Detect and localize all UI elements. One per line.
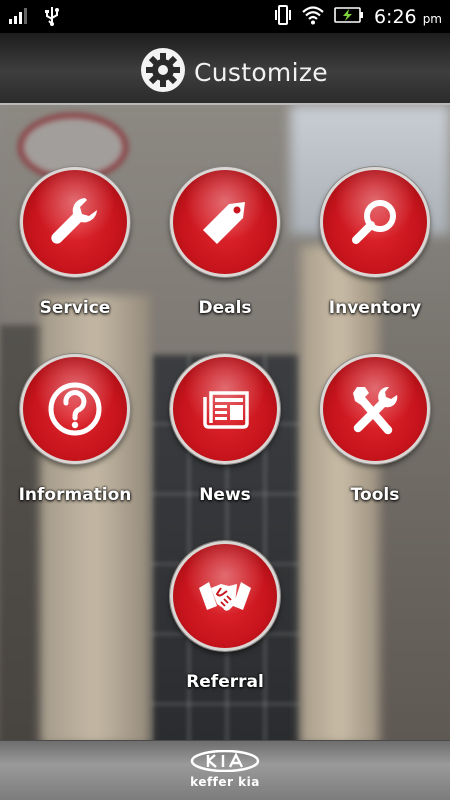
usb-icon bbox=[44, 6, 60, 30]
inventory-button[interactable] bbox=[320, 167, 430, 277]
tools-icon bbox=[353, 386, 398, 435]
menu-label: Referral bbox=[186, 672, 264, 692]
menu-item-referral[interactable]: Referral bbox=[150, 541, 300, 711]
battery-charging-icon bbox=[334, 6, 364, 28]
menu-item-inventory[interactable]: Inventory bbox=[300, 167, 450, 337]
question-icon bbox=[48, 382, 102, 436]
status-time: 6:26 pm bbox=[373, 6, 442, 28]
menu-item-information[interactable]: Information bbox=[0, 354, 150, 524]
signal-icon bbox=[8, 7, 30, 29]
menu-label: Deals bbox=[198, 298, 252, 318]
app-header: Customize bbox=[0, 33, 450, 105]
menu-item-deals[interactable]: Deals bbox=[150, 167, 300, 337]
menu-label: Service bbox=[39, 298, 111, 318]
menu-label: News bbox=[199, 485, 251, 505]
news-button[interactable] bbox=[170, 354, 280, 464]
status-ampm: pm bbox=[422, 12, 442, 26]
wrench-icon bbox=[51, 198, 97, 244]
menu-label: Inventory bbox=[328, 298, 422, 318]
menu-label: Information bbox=[18, 485, 132, 505]
service-button[interactable] bbox=[20, 167, 130, 277]
handshake-icon bbox=[199, 582, 251, 611]
tag-icon bbox=[203, 202, 245, 244]
footer-bar: keffer kia bbox=[0, 740, 450, 800]
menu-label: Tools bbox=[350, 485, 400, 505]
kia-logo bbox=[190, 750, 260, 772]
dealer-name: keffer kia bbox=[190, 775, 260, 789]
page-title: Customize bbox=[194, 57, 328, 87]
status-bar: 6:26 pm bbox=[0, 0, 450, 33]
menu-item-tools[interactable]: Tools bbox=[300, 354, 450, 524]
magnifier-icon bbox=[352, 200, 396, 244]
vibrate-icon bbox=[274, 4, 292, 30]
menu-item-service[interactable]: Service bbox=[0, 167, 150, 337]
menu-item-news[interactable]: News bbox=[150, 354, 300, 524]
deals-button[interactable] bbox=[170, 167, 280, 277]
information-button[interactable] bbox=[20, 354, 130, 464]
gear-icon[interactable] bbox=[140, 47, 186, 97]
header-title-group: Customize bbox=[140, 47, 328, 97]
newspaper-icon bbox=[203, 391, 249, 429]
wifi-icon bbox=[302, 5, 324, 29]
referral-button[interactable] bbox=[170, 541, 280, 651]
tools-button[interactable] bbox=[320, 354, 430, 464]
